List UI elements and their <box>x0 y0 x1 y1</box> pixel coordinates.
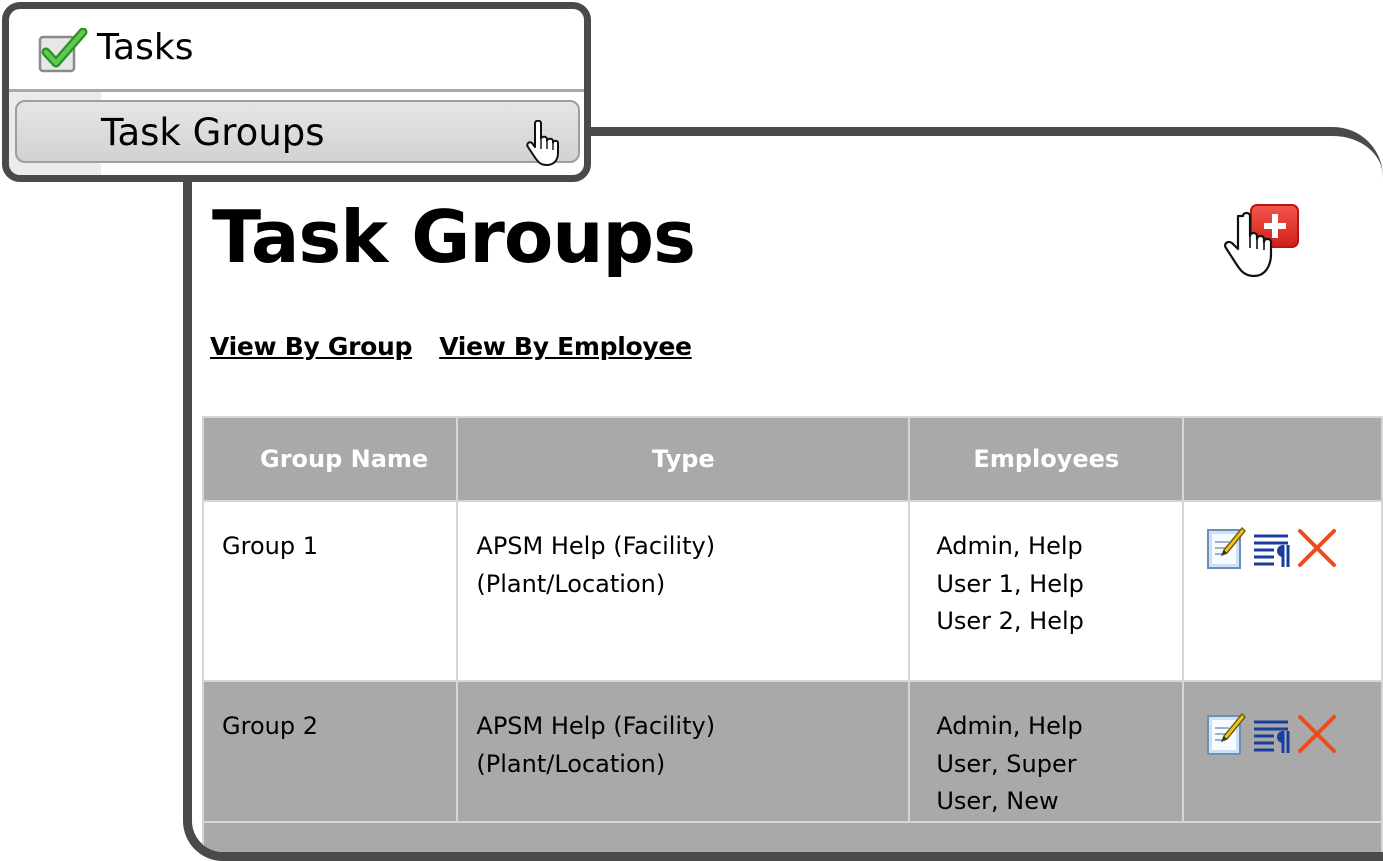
details-icon[interactable] <box>1252 714 1290 766</box>
delete-icon[interactable] <box>1296 527 1338 581</box>
table-header-row: Group Name Type Employees <box>201 416 1383 502</box>
view-links: View By Group View By Employee <box>210 332 714 361</box>
add-plus-icon <box>1224 204 1299 278</box>
type-cell: APSM Help (Facility) (Plant/Location) <box>456 500 911 682</box>
employee-name: User 1, Help <box>936 569 1084 598</box>
tasks-menu-title: Tasks <box>97 27 194 68</box>
view-by-employee-link[interactable]: View By Employee <box>439 332 692 361</box>
table-footer <box>202 820 1383 852</box>
column-header-group-name[interactable]: Group Name <box>201 416 459 502</box>
table-row: Group 1 APSM Help (Facility) (Plant/Loca… <box>201 500 1383 682</box>
group-name-cell: Group 2 <box>201 680 459 823</box>
add-task-group-button[interactable] <box>1224 202 1300 282</box>
delete-icon[interactable] <box>1296 713 1338 767</box>
edit-icon[interactable] <box>1206 712 1247 768</box>
column-header-type[interactable]: Type <box>456 416 911 502</box>
task-groups-table: Group Name Type Employees Group 1 APSM H… <box>201 416 1383 852</box>
menu-item-task-groups[interactable]: Task Groups <box>15 100 580 166</box>
table-row: Group 2 APSM Help (Facility) (Plant/Loca… <box>201 680 1383 823</box>
checkbox-checked-icon <box>37 27 89 78</box>
edit-icon[interactable] <box>1206 526 1247 582</box>
employees-cell: Admin, Help User, Super User, New <box>908 680 1185 823</box>
actions-cell <box>1182 680 1383 823</box>
actions-cell <box>1182 500 1383 682</box>
group-name-cell: Group 1 <box>201 500 459 682</box>
employee-name: User 2, Help <box>936 607 1084 635</box>
hand-pointer-icon <box>526 119 560 170</box>
tasks-menu-header[interactable]: Tasks <box>9 9 584 92</box>
tasks-menu: Tasks Task Groups <box>2 2 591 182</box>
employee-name: Admin, Help <box>936 712 1083 740</box>
view-by-group-link[interactable]: View By Group <box>210 332 412 361</box>
employees-cell: Admin, Help User 1, Help User 2, Help <box>908 500 1185 682</box>
column-header-actions <box>1182 416 1383 502</box>
menu-item-label: Task Groups <box>101 111 325 154</box>
employee-name: User, New <box>936 787 1059 815</box>
column-header-employees[interactable]: Employees <box>908 416 1185 502</box>
page-title: Task Groups <box>212 195 696 279</box>
type-cell: APSM Help (Facility) (Plant/Location) <box>456 680 911 823</box>
task-groups-panel: Task Groups View By Group View By Employ… <box>183 127 1383 861</box>
table-footer-row <box>202 820 1383 852</box>
employee-name: User, Super <box>936 749 1077 778</box>
details-icon[interactable] <box>1252 528 1290 580</box>
employee-name: Admin, Help <box>936 532 1083 560</box>
